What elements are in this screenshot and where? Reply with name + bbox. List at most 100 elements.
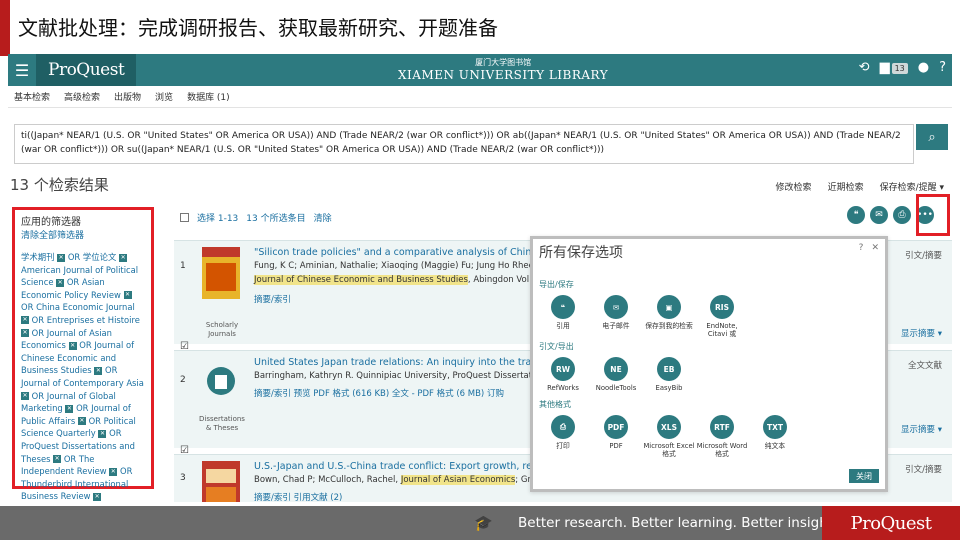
save-option[interactable]: RIS EndNote, Citavi 或 [696, 295, 748, 338]
save-option-label: 电子邮件 [602, 322, 630, 330]
show-abstract-link[interactable]: 显示摘要 ▾ [901, 423, 942, 435]
nav-publications[interactable]: 出版物 [114, 90, 141, 103]
history-icon[interactable]: ⟲ [859, 60, 870, 75]
save-option-icon: RTF [710, 415, 734, 439]
top-bar: ☰ ProQuest 厦门大学图书馆 XIAMEN UNIVERSITY LIB… [8, 54, 952, 86]
result-links[interactable]: 摘要/索引 [254, 293, 291, 305]
save-option[interactable]: ▣ 保存到我的检索 [643, 295, 695, 330]
save-option[interactable]: ⎙ 打印 [537, 415, 589, 450]
select-range[interactable]: 选择 1-13 [197, 211, 238, 224]
result-source-highlight[interactable]: Journal of Chinese Economic and Business… [254, 275, 468, 285]
journal-cover-thumbnail[interactable] [202, 247, 240, 299]
hamburger-menu-icon[interactable]: ☰ [8, 54, 36, 86]
search-input[interactable]: ti((Japan* NEAR/1 (U.S. OR "United State… [14, 124, 914, 164]
save-option[interactable]: TXT 纯文本 [749, 415, 801, 450]
library-name: 厦门大学图书馆 XIAMEN UNIVERSITY LIBRARY [398, 57, 608, 82]
save-option-icon: EB [657, 357, 681, 381]
filters-title: 应用的筛选器 [21, 217, 81, 228]
print-icon[interactable]: ⎙ [893, 206, 911, 224]
graduation-cap-icon: 🎓 [474, 514, 493, 532]
title-accent [0, 0, 10, 56]
save-option[interactable]: XLS Microsoft Excel 格式 [643, 415, 695, 458]
save-option-icon: ⎙ [551, 415, 575, 439]
remove-filter-icon[interactable]: ✕ [68, 341, 77, 350]
save-option[interactable]: RW RefWorks [537, 357, 589, 392]
result-format[interactable]: 引文/摘要 [905, 463, 942, 475]
save-option-icon: ✉ [604, 295, 628, 319]
remove-filter-icon[interactable]: ✕ [21, 329, 29, 338]
save-option[interactable]: ✉ 电子邮件 [590, 295, 642, 330]
remove-filter-icon[interactable]: ✕ [93, 492, 102, 501]
dissertation-icon[interactable] [202, 357, 240, 409]
help-icon[interactable]: ? [939, 60, 946, 75]
nav-advanced-search[interactable]: 高级检索 [64, 90, 100, 103]
modify-search-link[interactable]: 修改检索 [776, 180, 812, 193]
save-option-label: NoodleTools [595, 384, 637, 392]
nav-databases[interactable]: 数据库 (1) [187, 90, 230, 103]
slide-title: 文献批处理：完成调研报告、获取最新研究、开题准备 [18, 16, 498, 40]
journal-cover-thumbnail[interactable] [202, 461, 240, 502]
remove-filter-icon[interactable]: ✕ [21, 316, 29, 325]
search-button[interactable]: ⌕ [916, 124, 948, 150]
folder-icon[interactable]: ▆ 13 [880, 60, 908, 75]
result-number: 3 [180, 473, 186, 483]
save-option-icon: RW [551, 357, 575, 381]
remove-filter-icon[interactable]: ✕ [21, 392, 29, 401]
result-format[interactable]: 引文/摘要 [905, 249, 942, 261]
save-option[interactable]: NE NoodleTools [590, 357, 642, 392]
remove-filter-icon[interactable]: ✕ [123, 291, 132, 300]
result-format[interactable]: 全文文献 [908, 359, 942, 371]
save-search-link[interactable]: 保存检索/提醒 ▾ [880, 180, 944, 193]
filter-label: 学术期刊 [21, 252, 55, 262]
user-icon[interactable]: ● [918, 60, 929, 75]
footer-logo: ProQuest [822, 506, 960, 540]
selected-count[interactable]: 13 个所选条目 [246, 211, 305, 224]
save-option-label: Microsoft Excel 格式 [643, 442, 695, 458]
remove-filter-icon[interactable]: ✕ [57, 253, 66, 262]
nav-browse[interactable]: 浏览 [155, 90, 173, 103]
save-option[interactable]: RTF Microsoft Word 格式 [696, 415, 748, 458]
filter-label: OR 学位论文 [67, 252, 117, 262]
close-button[interactable]: 关闭 [849, 469, 879, 483]
remove-filter-icon[interactable]: ✕ [56, 278, 65, 287]
dialog-title: 所有保存选项 [539, 245, 623, 261]
filter-item: OR 学位论文 ✕ [67, 252, 128, 262]
remove-filter-icon[interactable]: ✕ [98, 429, 107, 438]
dialog-help-icon[interactable]: ? [859, 243, 864, 253]
clear-selection[interactable]: 清除 [314, 211, 332, 224]
remove-filter-icon[interactable]: ✕ [109, 467, 118, 476]
save-option[interactable]: ❝ 引用 [537, 295, 589, 330]
dialog-section-label: 引文/导出 [539, 342, 574, 351]
remove-filter-icon[interactable]: ✕ [53, 455, 62, 463]
cite-icon[interactable]: ❝ [847, 206, 865, 224]
save-option[interactable]: PDF PDF [590, 415, 642, 450]
remove-filter-icon[interactable]: ✕ [77, 417, 86, 426]
show-abstract-link[interactable]: 显示摘要 ▾ [901, 327, 942, 339]
result-source-highlight[interactable]: Journal of Asian Economics [400, 475, 516, 485]
remove-filter-icon[interactable]: ✕ [119, 253, 128, 262]
save-option-label: 引用 [556, 322, 570, 330]
result-title[interactable]: U.S.-Japan and U.S.-China trade conflict… [254, 461, 576, 472]
selection-bar: 选择 1-13 13 个所选条目 清除 [180, 211, 332, 224]
result-count: 13 个检索结果 [10, 176, 109, 194]
dialog-section-label: 导出/保存 [539, 280, 574, 289]
result-links[interactable]: 摘要/索引 预览 PDF 格式 (616 KB) 全文 - PDF 格式 (6 … [254, 387, 504, 399]
recent-searches-link[interactable]: 近期检索 [828, 180, 864, 193]
email-icon[interactable]: ✉ [870, 206, 888, 224]
result-checkbox[interactable]: ☑ [180, 341, 189, 352]
remove-filter-icon[interactable]: ✕ [94, 366, 103, 375]
dialog-close-icon[interactable]: ✕ [871, 243, 879, 253]
save-option-label: EndNote, Citavi 或 [706, 322, 738, 338]
proquest-logo[interactable]: ProQuest [36, 54, 137, 86]
save-option-icon: ▣ [657, 295, 681, 319]
result-links[interactable]: 摘要/索引 引用文献 (2) [254, 491, 342, 502]
nav-basic-search[interactable]: 基本检索 [14, 90, 50, 103]
remove-filter-icon[interactable]: ✕ [65, 404, 74, 413]
folder-count-badge: 13 [891, 63, 908, 74]
save-option[interactable]: EB EasyBib [643, 357, 695, 392]
library-name-en: XIAMEN UNIVERSITY LIBRARY [398, 68, 609, 82]
clear-filters-link[interactable]: 清除全部筛选器 [21, 228, 145, 241]
result-checkbox[interactable]: ☑ [180, 445, 189, 456]
footer-bar: 🎓 Better research. Better learning. Bett… [0, 506, 960, 540]
select-all-checkbox[interactable] [180, 213, 189, 222]
